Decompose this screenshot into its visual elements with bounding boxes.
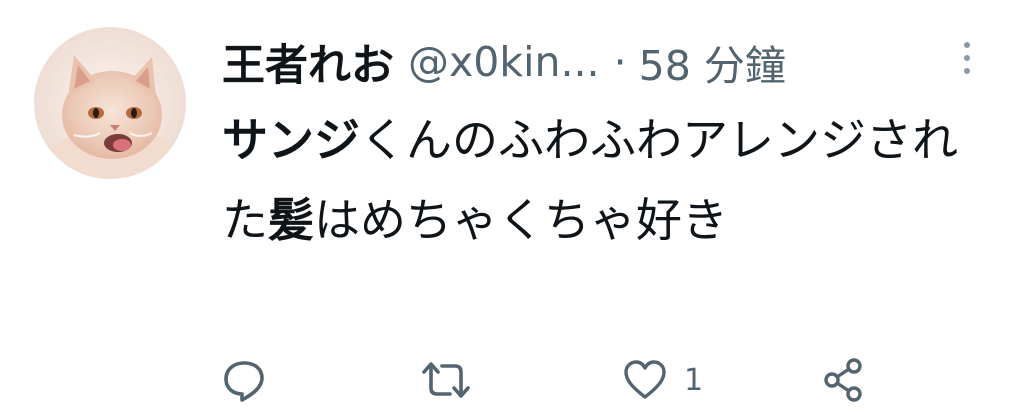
tweet-text-bold: サンジ: [222, 113, 360, 167]
share-button[interactable]: [822, 352, 882, 408]
heart-icon: [624, 360, 666, 399]
display-name[interactable]: 王者れお: [222, 31, 394, 93]
cat-avatar-icon: [34, 27, 186, 179]
separator-dot: ·: [613, 38, 627, 86]
reply-icon: [224, 361, 264, 402]
avatar[interactable]: [34, 27, 186, 179]
retweet-icon: [422, 362, 470, 398]
tweet-header: 王者れお @x0kin... · 58 分鐘: [222, 30, 982, 94]
like-button[interactable]: 1: [622, 352, 703, 408]
more-dot-icon: [964, 68, 970, 74]
like-count: 1: [684, 362, 704, 398]
more-options-button[interactable]: [952, 36, 982, 80]
timestamp[interactable]: 58 分鐘: [639, 32, 786, 92]
retweet-button[interactable]: [420, 352, 488, 408]
tweet-text-segment: はめちゃくちゃ好き: [314, 193, 728, 247]
share-icon: [824, 358, 862, 402]
tweet-text-bold: 髪: [268, 193, 314, 247]
tweet-card[interactable]: 王者れお @x0kin... · 58 分鐘 サンジくんのふわふわアレンジされた…: [0, 0, 1024, 419]
more-dot-icon: [964, 55, 970, 61]
tweet-text: サンジくんのふわふわアレンジされた髪はめちゃくちゃ好き: [222, 100, 982, 260]
more-dot-icon: [964, 42, 970, 48]
action-bar: 1: [222, 352, 982, 408]
reply-button[interactable]: [222, 352, 282, 408]
user-handle[interactable]: @x0kin...: [408, 38, 600, 86]
